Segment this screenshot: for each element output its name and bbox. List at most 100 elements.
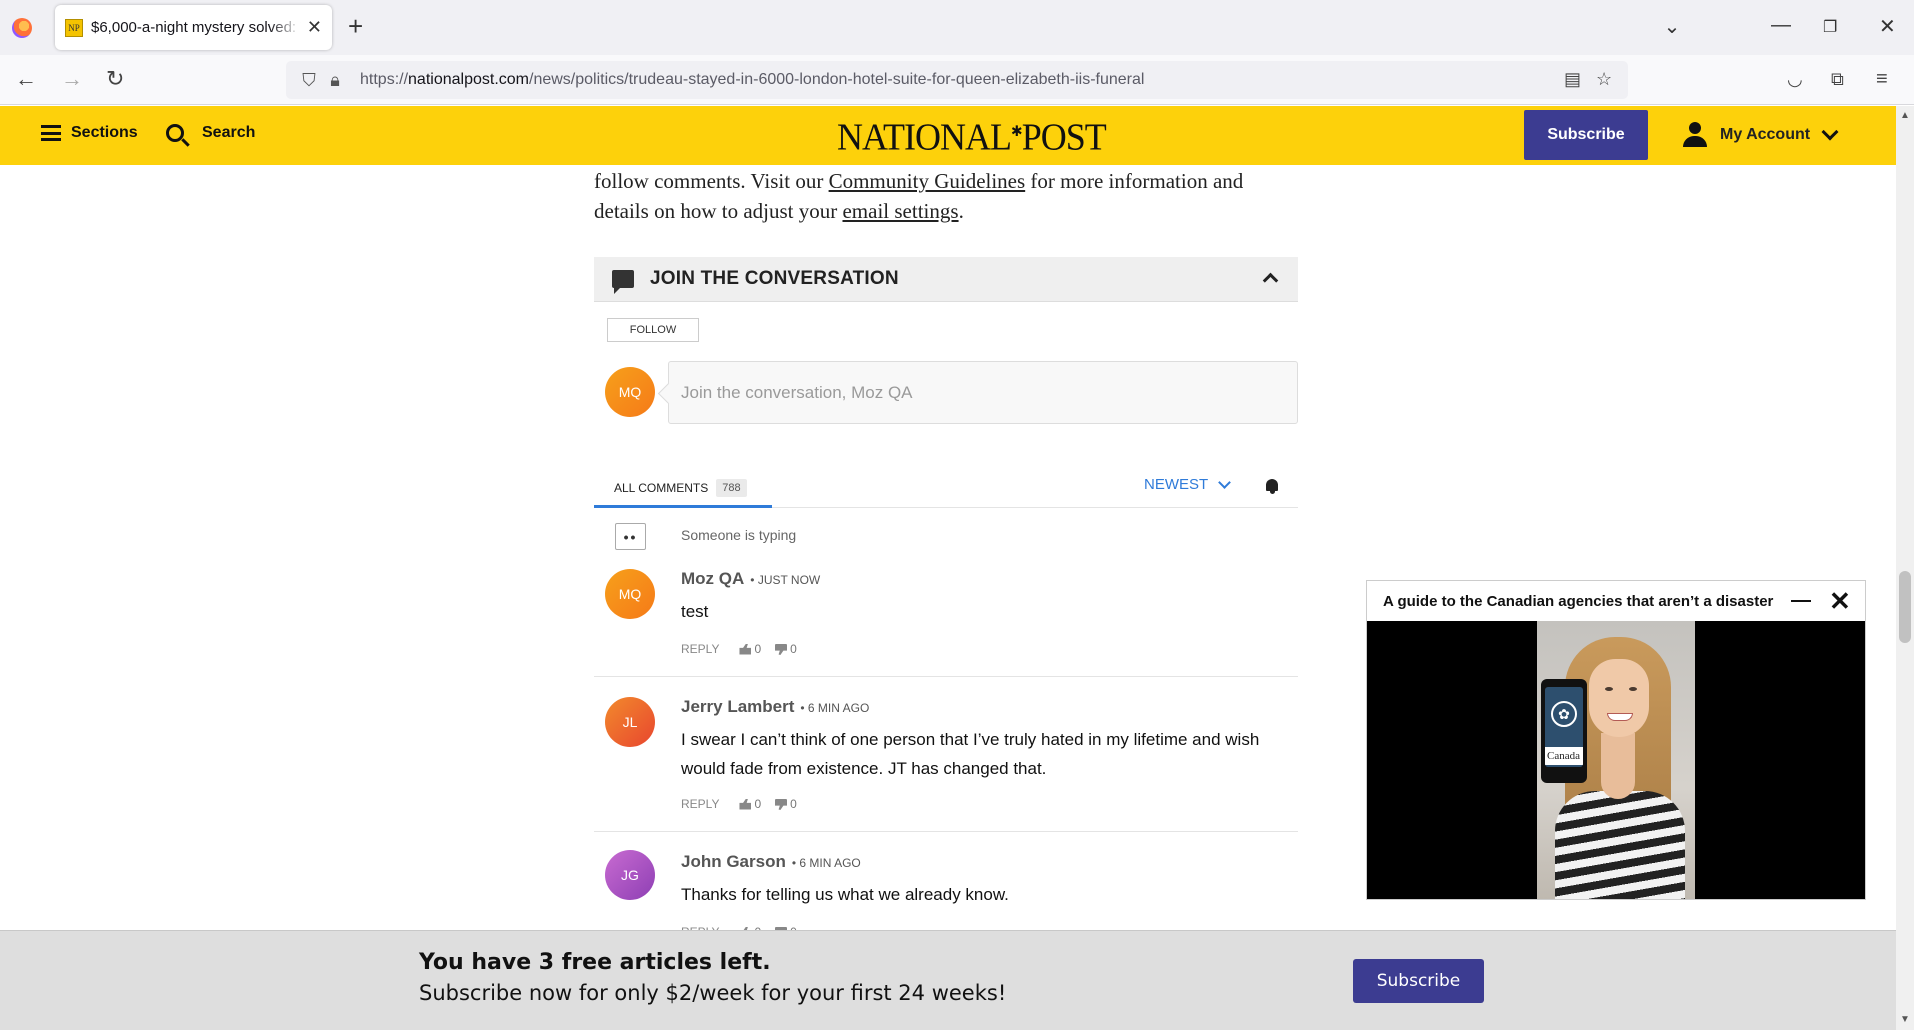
typing-status: Someone is typing (681, 527, 797, 543)
comment-body: test (681, 602, 709, 621)
my-account-button[interactable]: My Account (1682, 122, 1839, 148)
reader-view-icon[interactable]: ▤ (1564, 69, 1581, 90)
chevron-up-icon[interactable] (1262, 272, 1279, 289)
shield-icon[interactable]: ⛉ (298, 70, 320, 91)
comment-header: Moz QA • JUST NOW (681, 569, 820, 589)
url-text[interactable]: https://nationalpost.com/news/politics/t… (360, 71, 1144, 89)
thumbs-up-icon (739, 798, 752, 810)
phone-image: ✿ Canada (1541, 679, 1587, 783)
chevron-down-icon (1821, 123, 1839, 141)
upvote-button[interactable]: 0 (739, 642, 761, 656)
tab-label: ALL COMMENTS (614, 480, 709, 495)
bookmark-star-icon[interactable]: ☆ (1596, 69, 1612, 90)
scroll-down-icon[interactable]: ▼ (1900, 1014, 1910, 1025)
free-articles-message: You have 3 free articles left. (419, 950, 771, 975)
upvote-button[interactable]: 0 (739, 797, 761, 811)
scroll-up-icon[interactable]: ▲ (1900, 110, 1910, 121)
avatar: MQ (605, 367, 655, 417)
comment-item: JG John Garson • 6 MIN AGO Thanks for te… (594, 832, 1298, 939)
browser-window: NP $6,000-a-night mystery solved: Trudea… (0, 0, 1914, 1030)
forward-icon[interactable]: → (61, 67, 83, 91)
hamburger-icon (41, 125, 61, 141)
header-subscribe-button[interactable]: Subscribe (1524, 110, 1648, 160)
join-conversation-header[interactable]: JOIN THE CONVERSATION (594, 257, 1298, 302)
navigation-toolbar: ← → ↻ ⛉ 🔒︎ https://nationalpost.com/news… (0, 55, 1914, 105)
favicon-icon: NP (65, 18, 83, 37)
avatar[interactable]: JG (605, 850, 655, 900)
minimize-icon[interactable]: — (1771, 14, 1791, 37)
active-tab[interactable]: NP $6,000-a-night mystery solved: Trudea… (55, 5, 332, 50)
video-player[interactable]: ✿ Canada (1537, 621, 1695, 899)
close-window-icon[interactable]: ✕ (1879, 14, 1896, 39)
email-settings-link[interactable]: email settings (842, 199, 958, 223)
comment-header: Jerry Lambert • 6 MIN AGO (681, 697, 869, 717)
comment-count-badge: 788 (716, 478, 747, 497)
reply-button[interactable]: REPLY (681, 642, 719, 656)
tab-all-comments[interactable]: ALL COMMENTS 788 (594, 470, 772, 508)
maple-leaf-icon: ✱ (1010, 124, 1023, 141)
minimize-icon[interactable] (1791, 600, 1811, 602)
search-button[interactable]: Search (166, 124, 255, 142)
lock-icon[interactable]: 🔒︎ (324, 70, 346, 91)
url-bar[interactable]: ⛉ 🔒︎ https://nationalpost.com/news/polit… (286, 61, 1628, 99)
new-tab-icon[interactable]: + (348, 12, 363, 40)
conversation-title: JOIN THE CONVERSATION (650, 268, 899, 289)
list-all-tabs-icon[interactable]: ⌄ (1662, 14, 1682, 39)
thumbs-down-icon (775, 799, 787, 810)
comment-author[interactable]: John Garson (681, 852, 786, 872)
comment-input[interactable]: Join the conversation, Moz QA (668, 361, 1298, 424)
scrollbar-thumb[interactable] (1899, 571, 1911, 643)
pocket-icon[interactable]: ◡ (1787, 67, 1803, 91)
comment-item: JL Jerry Lambert • 6 MIN AGO I swear I c… (594, 677, 1298, 832)
tab-title: $6,000-a-night mystery solved: Trudeau s… (91, 19, 301, 36)
reply-button[interactable]: REPLY (681, 797, 719, 811)
avatar[interactable]: MQ (605, 569, 655, 619)
comments-tabs: ALL COMMENTS 788 NEWEST (594, 470, 1298, 508)
comment-header: John Garson • 6 MIN AGO (681, 852, 861, 872)
paywall-subscribe-button[interactable]: Subscribe (1353, 959, 1484, 1003)
tab-bar: NP $6,000-a-night mystery solved: Trudea… (0, 0, 1914, 55)
comment-author[interactable]: Moz QA (681, 569, 744, 589)
paywall-banner: You have 3 free articles left. Subscribe… (0, 930, 1896, 1030)
restore-icon[interactable]: ❐ (1823, 17, 1837, 37)
comment-author[interactable]: Jerry Lambert (681, 697, 794, 717)
comment-time: • JUST NOW (750, 573, 821, 587)
search-icon (166, 124, 184, 142)
search-label: Search (202, 124, 256, 141)
menu-icon[interactable]: ≡ (1876, 67, 1888, 91)
close-icon[interactable]: ✕ (1829, 588, 1851, 614)
reload-icon[interactable]: ↻ (106, 67, 124, 91)
article-paragraph: follow comments. Visit our Community Gui… (594, 169, 1244, 223)
sections-button[interactable]: Sections (41, 124, 138, 142)
comment-actions: REPLY 0 0 (681, 642, 797, 656)
community-guidelines-link[interactable]: Community Guidelines (829, 169, 1026, 193)
phone-label: Canada (1545, 747, 1583, 765)
avatar[interactable]: JL (605, 697, 655, 747)
downvote-button[interactable]: 0 (775, 642, 797, 656)
sections-label: Sections (71, 124, 138, 141)
downvote-button[interactable]: 0 (775, 797, 797, 811)
typing-indicator-icon: •• (615, 523, 646, 550)
comment-item: MQ Moz QA • JUST NOW test REPLY 0 0 (594, 560, 1298, 677)
back-icon[interactable]: ← (15, 67, 37, 91)
national-post-logo[interactable]: NATIONAL✱POST (837, 115, 1107, 159)
extensions-icon[interactable]: ⧉ (1831, 67, 1844, 91)
sort-label: NEWEST (1144, 476, 1209, 493)
account-label: My Account (1720, 126, 1811, 143)
chevron-down-icon (1218, 475, 1232, 489)
comment-actions: REPLY 0 0 (681, 797, 797, 811)
page-scrollbar[interactable]: ▲ ▼ (1896, 106, 1914, 1030)
firefox-logo-icon[interactable] (12, 18, 32, 38)
close-tab-icon[interactable]: ✕ (307, 17, 322, 38)
chat-bubble-icon (612, 270, 634, 294)
maple-leaf-icon: ✿ (1551, 701, 1577, 727)
ad-title[interactable]: A guide to the Canadian agencies that ar… (1383, 593, 1773, 610)
comment-body: Thanks for telling us what we already kn… (681, 885, 1009, 904)
ad-header: A guide to the Canadian agencies that ar… (1367, 581, 1865, 621)
thumbs-down-icon (775, 644, 787, 655)
notification-bell-icon[interactable] (1264, 478, 1280, 494)
floating-video-ad[interactable]: A guide to the Canadian agencies that ar… (1366, 580, 1866, 900)
site-header: Sections Search NATIONAL✱POST Subscribe … (0, 106, 1896, 165)
follow-button[interactable]: FOLLOW (607, 318, 699, 342)
sort-dropdown[interactable]: NEWEST (1144, 475, 1232, 493)
